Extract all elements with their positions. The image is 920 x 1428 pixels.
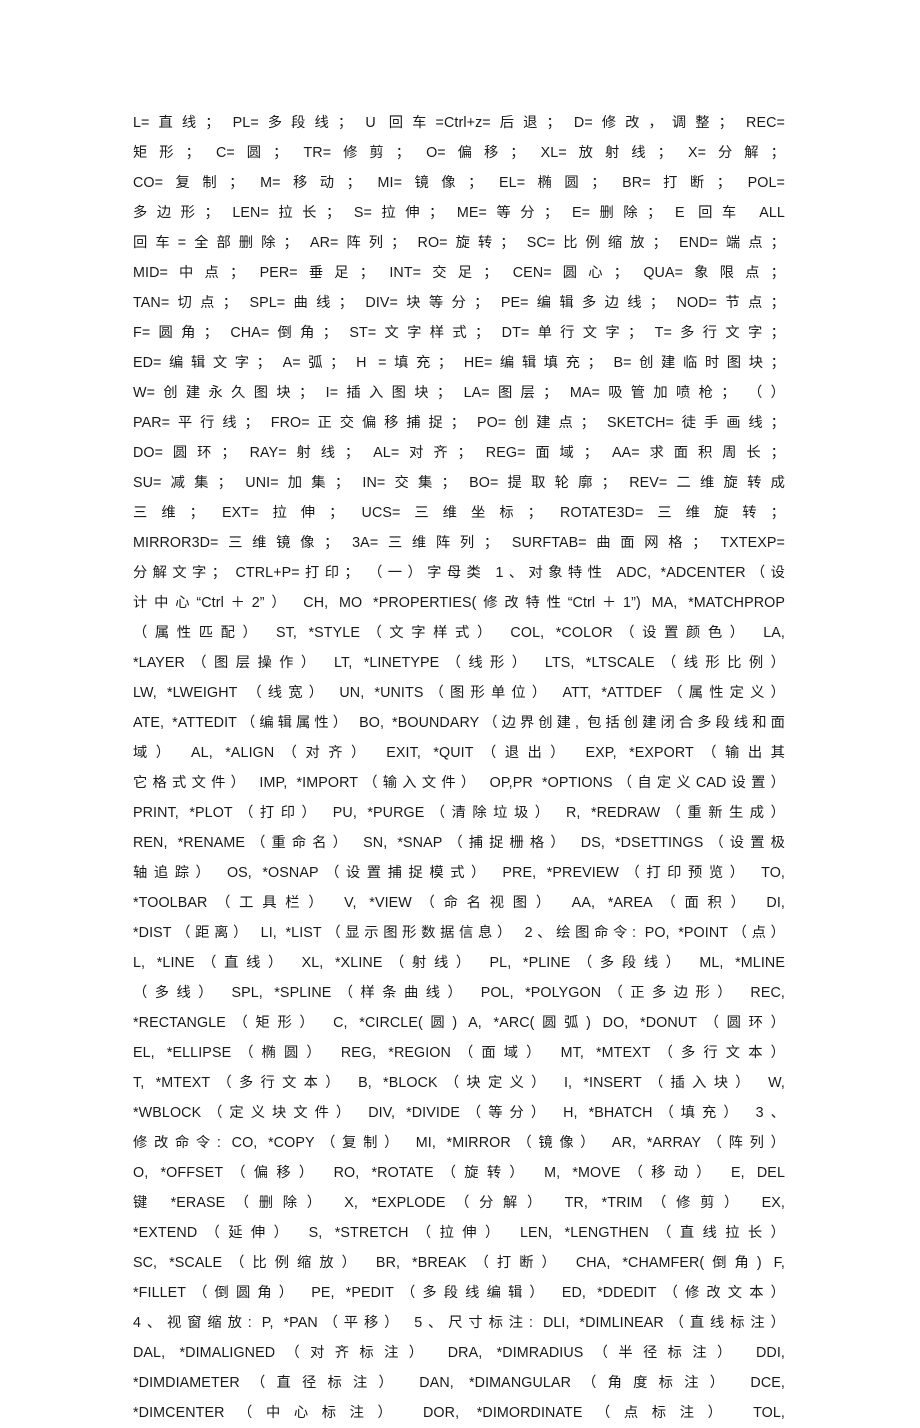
text-line: O, *OFFSET（偏移） RO, *ROTATE（旋转） M, *MOVE（…: [133, 1165, 785, 1181]
text-line: T, *MTEXT（多行文本） B, *BLOCK（块定义） I, *INSER…: [133, 1075, 785, 1091]
document-line: PRINT, *PLOT（打印） PU, *PURGE（清除垃圾） R, *RE…: [133, 798, 785, 828]
text-line: *FILLET（倒圆角） PE, *PEDIT（多段线编辑） ED, *DDED…: [133, 1285, 785, 1301]
document-line: 矩形； C=圆； TR=修剪； O=偏移； XL=放射线； X=分解；: [133, 138, 785, 168]
text-line: CO=复制； M=移动； MI=镜像； EL=椭圆； BR=打断； POL=: [133, 175, 785, 191]
document-line: *WBLOCK（定义块文件） DIV, *DIVIDE（等分） H, *BHAT…: [133, 1098, 785, 1128]
document-line: *DIST（距离） LI, *LIST（显示图形数据信息） 2、绘图命令: PO…: [133, 918, 785, 948]
text-line: 修改命令: CO, *COPY（复制） MI, *MIRROR（镜像） AR, …: [133, 1135, 785, 1151]
text-line: *DIMDIAMETER（直径标注） DAN, *DIMANGULAR（角度标注…: [133, 1375, 785, 1391]
document-line: REN, *RENAME（重命名） SN, *SNAP（捕捉栅格） DS, *D…: [133, 828, 785, 858]
text-line: L, *LINE（直线） XL, *XLINE（射线） PL, *PLINE（多…: [133, 955, 785, 971]
document-line: 回车=全部删除； AR=阵列； RO=旋转； SC=比例缩放； END=端点；: [133, 228, 785, 258]
text-line: *DIMCENTER（中心标注） DOR, *DIMORDINATE（点标注） …: [133, 1405, 785, 1421]
document-line: ATE, *ATTEDIT（编辑属性） BO, *BOUNDARY（边界创建, …: [133, 708, 785, 738]
document-line: F=圆角； CHA=倒角； ST=文字样式； DT=单行文字； T=多行文字；: [133, 318, 785, 348]
text-line: DO=圆环； RAY=射线； AL=对齐； REG=面域； AA=求面积周长；: [133, 445, 785, 461]
text-line: *RECTANGLE（矩形） C, *CIRCLE(圆) A, *ARC(圆弧)…: [133, 1015, 785, 1031]
text-line: W=创建永久图块； I=插入图块； LA=图层； MA=吸管加喷枪； （）: [133, 385, 785, 401]
document-line: *FILLET（倒圆角） PE, *PEDIT（多段线编辑） ED, *DDED…: [133, 1278, 785, 1308]
document-line: ED=编辑文字； A=弧； H =填充； HE=编辑填充； B=创建临时图块；: [133, 348, 785, 378]
text-line: 分解文字； CTRL+P=打印； （一）字母类 1、对象特性 ADC, *ADC…: [133, 565, 785, 581]
text-line: L=直线； PL=多段线； U 回车=Ctrl+z=后退； D=修改，调整； R…: [133, 115, 785, 131]
text-line: 它格式文件） IMP, *IMPORT（输入文件） OP,PR *OPTIONS…: [133, 775, 785, 791]
document-line: 三维； EXT=拉伸； UCS=三维坐标； ROTATE3D=三维旋转；: [133, 498, 785, 528]
text-line: ATE, *ATTEDIT（编辑属性） BO, *BOUNDARY（边界创建, …: [133, 715, 785, 731]
text-line: PRINT, *PLOT（打印） PU, *PURGE（清除垃圾） R, *RE…: [133, 805, 785, 821]
text-line: 域） AL, *ALIGN（对齐） EXIT, *QUIT（退出） EXP, *…: [133, 745, 785, 761]
document-line: 计中心“Ctrl＋2”） CH, MO *PROPERTIES(修改特性“Ctr…: [133, 588, 785, 618]
text-line: 键 *ERASE（删除） X, *EXPLODE（分解） TR, *TRIM（修…: [133, 1195, 785, 1211]
document-line: T, *MTEXT（多行文本） B, *BLOCK（块定义） I, *INSER…: [133, 1068, 785, 1098]
document-line: 轴追踪） OS, *OSNAP（设置捕捉模式） PRE, *PREVIEW（打印…: [133, 858, 785, 888]
text-line: *LAYER（图层操作） LT, *LINETYPE（线形） LTS, *LTS…: [133, 655, 785, 671]
document-line: *DIMDIAMETER（直径标注） DAN, *DIMANGULAR（角度标注…: [133, 1368, 785, 1398]
document-line: SU=减集； UNI=加集； IN=交集； BO=提取轮廓； REV=二维旋转成: [133, 468, 785, 498]
document-line: LW, *LWEIGHT （线宽） UN, *UNITS（图形单位） ATT, …: [133, 678, 785, 708]
document-line: TAN=切点； SPL=曲线； DIV=块等分； PE=编辑多边线； NOD=节…: [133, 288, 785, 318]
document-line: MIRROR3D=三维镜像； 3A=三维阵列； SURFTAB=曲面网格； TX…: [133, 528, 785, 558]
text-line: （属性匹配） ST, *STYLE（文字样式） COL, *COLOR（设置颜色…: [133, 625, 785, 641]
document-line: MID=中点； PER=垂足； INT=交足； CEN=圆心； QUA=象限点；: [133, 258, 785, 288]
document-line: SC, *SCALE（比例缩放） BR, *BREAK（打断） CHA, *CH…: [133, 1248, 785, 1278]
document-line: L=直线； PL=多段线； U 回车=Ctrl+z=后退； D=修改，调整； R…: [133, 108, 785, 138]
document-line: 键 *ERASE（删除） X, *EXPLODE（分解） TR, *TRIM（修…: [133, 1188, 785, 1218]
document-line: *DIMCENTER（中心标注） DOR, *DIMORDINATE（点标注） …: [133, 1398, 785, 1428]
document-line: 域） AL, *ALIGN（对齐） EXIT, *QUIT（退出） EXP, *…: [133, 738, 785, 768]
text-line: *WBLOCK（定义块文件） DIV, *DIVIDE（等分） H, *BHAT…: [133, 1105, 785, 1121]
text-line: MID=中点； PER=垂足； INT=交足； CEN=圆心； QUA=象限点；: [133, 265, 785, 281]
text-line: PAR=平行线； FRO=正交偏移捕捉； PO=创建点； SKETCH=徒手画线…: [133, 415, 785, 431]
text-line: 计中心“Ctrl＋2”） CH, MO *PROPERTIES(修改特性“Ctr…: [133, 595, 785, 611]
document-line: 4、视窗缩放: P, *PAN（平移） 5、尺寸标注: DLI, *DIMLIN…: [133, 1308, 785, 1338]
text-line: 多边形； LEN=拉长； S=拉伸； ME=等分； E=删除； E 回车 ALL: [133, 205, 785, 221]
text-line: TAN=切点； SPL=曲线； DIV=块等分； PE=编辑多边线； NOD=节…: [133, 295, 785, 311]
document-line: *TOOLBAR（工具栏） V, *VIEW（命名视图） AA, *AREA（面…: [133, 888, 785, 918]
text-line: *TOOLBAR（工具栏） V, *VIEW（命名视图） AA, *AREA（面…: [133, 895, 785, 911]
document-text-body: L=直线； PL=多段线； U 回车=Ctrl+z=后退； D=修改，调整； R…: [133, 108, 785, 1428]
text-line: 回车=全部删除； AR=阵列； RO=旋转； SC=比例缩放； END=端点；: [133, 235, 785, 251]
text-line: SC, *SCALE（比例缩放） BR, *BREAK（打断） CHA, *CH…: [133, 1255, 785, 1271]
text-line: LW, *LWEIGHT （线宽） UN, *UNITS（图形单位） ATT, …: [133, 685, 785, 701]
text-line: 矩形； C=圆； TR=修剪； O=偏移； XL=放射线； X=分解；: [133, 145, 785, 161]
document-line: 分解文字； CTRL+P=打印； （一）字母类 1、对象特性 ADC, *ADC…: [133, 558, 785, 588]
document-line: EL, *ELLIPSE（椭圆） REG, *REGION（面域） MT, *M…: [133, 1038, 785, 1068]
document-line: 多边形； LEN=拉长； S=拉伸； ME=等分； E=删除； E 回车 ALL: [133, 198, 785, 228]
text-line: ED=编辑文字； A=弧； H =填充； HE=编辑填充； B=创建临时图块；: [133, 355, 785, 371]
document-line: PAR=平行线； FRO=正交偏移捕捉； PO=创建点； SKETCH=徒手画线…: [133, 408, 785, 438]
document-line: W=创建永久图块； I=插入图块； LA=图层； MA=吸管加喷枪； （）: [133, 378, 785, 408]
document-line: CO=复制； M=移动； MI=镜像； EL=椭圆； BR=打断； POL=: [133, 168, 785, 198]
document-line: 它格式文件） IMP, *IMPORT（输入文件） OP,PR *OPTIONS…: [133, 768, 785, 798]
text-line: 轴追踪） OS, *OSNAP（设置捕捉模式） PRE, *PREVIEW（打印…: [133, 865, 785, 881]
text-line: MIRROR3D=三维镜像； 3A=三维阵列； SURFTAB=曲面网格； TX…: [133, 535, 785, 551]
text-line: REN, *RENAME（重命名） SN, *SNAP（捕捉栅格） DS, *D…: [133, 835, 785, 851]
text-line: 4、视窗缩放: P, *PAN（平移） 5、尺寸标注: DLI, *DIMLIN…: [133, 1315, 785, 1331]
document-line: 修改命令: CO, *COPY（复制） MI, *MIRROR（镜像） AR, …: [133, 1128, 785, 1158]
document-line: O, *OFFSET（偏移） RO, *ROTATE（旋转） M, *MOVE（…: [133, 1158, 785, 1188]
document-line: L, *LINE（直线） XL, *XLINE（射线） PL, *PLINE（多…: [133, 948, 785, 978]
document-line: *EXTEND（延伸） S, *STRETCH（拉伸） LEN, *LENGTH…: [133, 1218, 785, 1248]
text-line: *DIST（距离） LI, *LIST（显示图形数据信息） 2、绘图命令: PO…: [133, 925, 785, 941]
text-line: F=圆角； CHA=倒角； ST=文字样式； DT=单行文字； T=多行文字；: [133, 325, 785, 341]
document-line: *LAYER（图层操作） LT, *LINETYPE（线形） LTS, *LTS…: [133, 648, 785, 678]
document-line: *RECTANGLE（矩形） C, *CIRCLE(圆) A, *ARC(圆弧)…: [133, 1008, 785, 1038]
text-line: DAL, *DIMALIGNED（对齐标注） DRA, *DIMRADIUS（半…: [133, 1345, 785, 1361]
text-line: EL, *ELLIPSE（椭圆） REG, *REGION（面域） MT, *M…: [133, 1045, 785, 1061]
document-line: （多线） SPL, *SPLINE（样条曲线） POL, *POLYGON（正多…: [133, 978, 785, 1008]
document-line: DO=圆环； RAY=射线； AL=对齐； REG=面域； AA=求面积周长；: [133, 438, 785, 468]
document-line: DAL, *DIMALIGNED（对齐标注） DRA, *DIMRADIUS（半…: [133, 1338, 785, 1368]
document-page: L=直线； PL=多段线； U 回车=Ctrl+z=后退； D=修改，调整； R…: [0, 0, 920, 1421]
text-line: （多线） SPL, *SPLINE（样条曲线） POL, *POLYGON（正多…: [133, 985, 785, 1001]
document-line: （属性匹配） ST, *STYLE（文字样式） COL, *COLOR（设置颜色…: [133, 618, 785, 648]
text-line: 三维； EXT=拉伸； UCS=三维坐标； ROTATE3D=三维旋转；: [133, 505, 785, 521]
text-line: SU=减集； UNI=加集； IN=交集； BO=提取轮廓； REV=二维旋转成: [133, 475, 785, 491]
text-line: *EXTEND（延伸） S, *STRETCH（拉伸） LEN, *LENGTH…: [133, 1225, 785, 1241]
